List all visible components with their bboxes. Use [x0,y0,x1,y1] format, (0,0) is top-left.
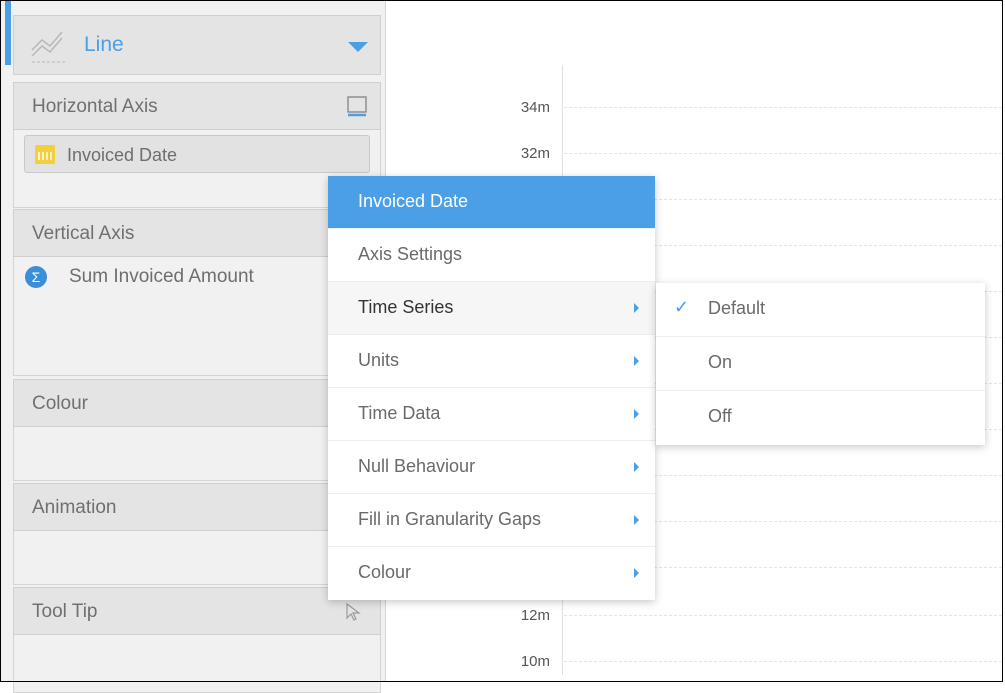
colour-title: Colour [32,393,88,414]
cursor-icon[interactable] [344,602,364,622]
colour-panel: Colour [13,379,381,481]
menu-item-time-data[interactable]: Time Data [328,388,655,441]
menu-header-label: Invoiced Date [358,191,469,211]
y-tick-label: 12m [520,607,550,624]
accent-strip [5,1,11,65]
menu-header-invoiced-date[interactable]: Invoiced Date [328,176,655,229]
menu-item-label: Colour [358,562,412,582]
menu-item-fill-gaps[interactable]: Fill in Granularity Gaps [328,494,655,547]
menu-item-label: Units [358,350,400,370]
menu-item-label: Null Behaviour [358,456,476,476]
menu-item-axis-settings[interactable]: Axis Settings [328,229,655,282]
gridline [564,153,1002,154]
submenu-arrow-icon [634,356,639,366]
horizontal-axis-field-label: Invoiced Date [67,145,178,165]
submenu-arrow-icon [634,568,639,578]
menu-item-units[interactable]: Units [328,335,655,388]
tooltip-panel: Tool Tip [13,587,381,693]
submenu-arrow-icon [634,303,639,313]
menu-item-colour[interactable]: Colour [328,547,655,600]
gridline [564,615,1002,616]
horizontal-axis-header: Horizontal Axis [13,82,381,130]
animation-title: Animation [32,497,117,518]
menu-item-time-series[interactable]: Time Series [328,282,655,335]
submenu-item-label: Default [708,298,766,318]
checkmark-icon: ✓ [674,297,690,317]
y-tick-label: 34m [520,99,550,116]
submenu-arrow-icon [634,515,639,525]
submenu-arrow-icon [634,409,639,419]
tooltip-header: Tool Tip [13,587,381,635]
chart-type-selector[interactable]: Line [13,15,381,75]
submenu-item-off[interactable]: Off [656,391,985,445]
submenu-item-default[interactable]: ✓ Default [656,283,985,337]
horizontal-axis-title: Horizontal Axis [32,96,158,117]
vertical-axis-panel: Vertical Axis [13,209,381,376]
line-chart-icon [31,31,66,63]
tooltip-title: Tool Tip [32,601,98,622]
chart-type-label: Line [84,33,124,56]
submenu-item-on[interactable]: On [656,337,985,391]
submenu-arrow-icon [634,462,639,472]
menu-item-label: Time Data [358,403,441,423]
calendar-icon [35,145,55,164]
menu-item-label: Time Series [358,297,454,317]
vertical-axis-field-label: Sum Invoiced Amount [69,266,254,287]
sigma-icon: Σ [25,266,47,288]
submenu-item-label: On [708,352,733,372]
menu-item-label: Fill in Granularity Gaps [358,509,542,529]
dropdown-caret-icon[interactable] [348,42,368,52]
vertical-axis-header: Vertical Axis [13,209,381,257]
animation-header: Animation [13,483,381,531]
time-series-submenu: ✓ Default On Off [656,283,985,445]
horizontal-axis-panel: Horizontal Axis Invoiced Date [13,82,381,208]
colour-header: Colour [13,379,381,427]
vertical-axis-title: Vertical Axis [32,223,135,244]
axis-context-menu: Invoiced Date Axis Settings Time Series … [328,176,655,600]
gridline [564,661,1002,662]
animation-panel: Animation [13,483,381,585]
y-tick-label: 10m [520,653,550,670]
menu-item-null-behaviour[interactable]: Null Behaviour [328,441,655,494]
horizontal-axis-field[interactable]: Invoiced Date [24,135,370,173]
y-tick-label: 32m [520,145,550,162]
axis-drop-icon[interactable] [346,95,368,117]
gridline [564,107,1002,108]
submenu-item-label: Off [708,406,732,426]
menu-item-label: Axis Settings [358,244,463,264]
